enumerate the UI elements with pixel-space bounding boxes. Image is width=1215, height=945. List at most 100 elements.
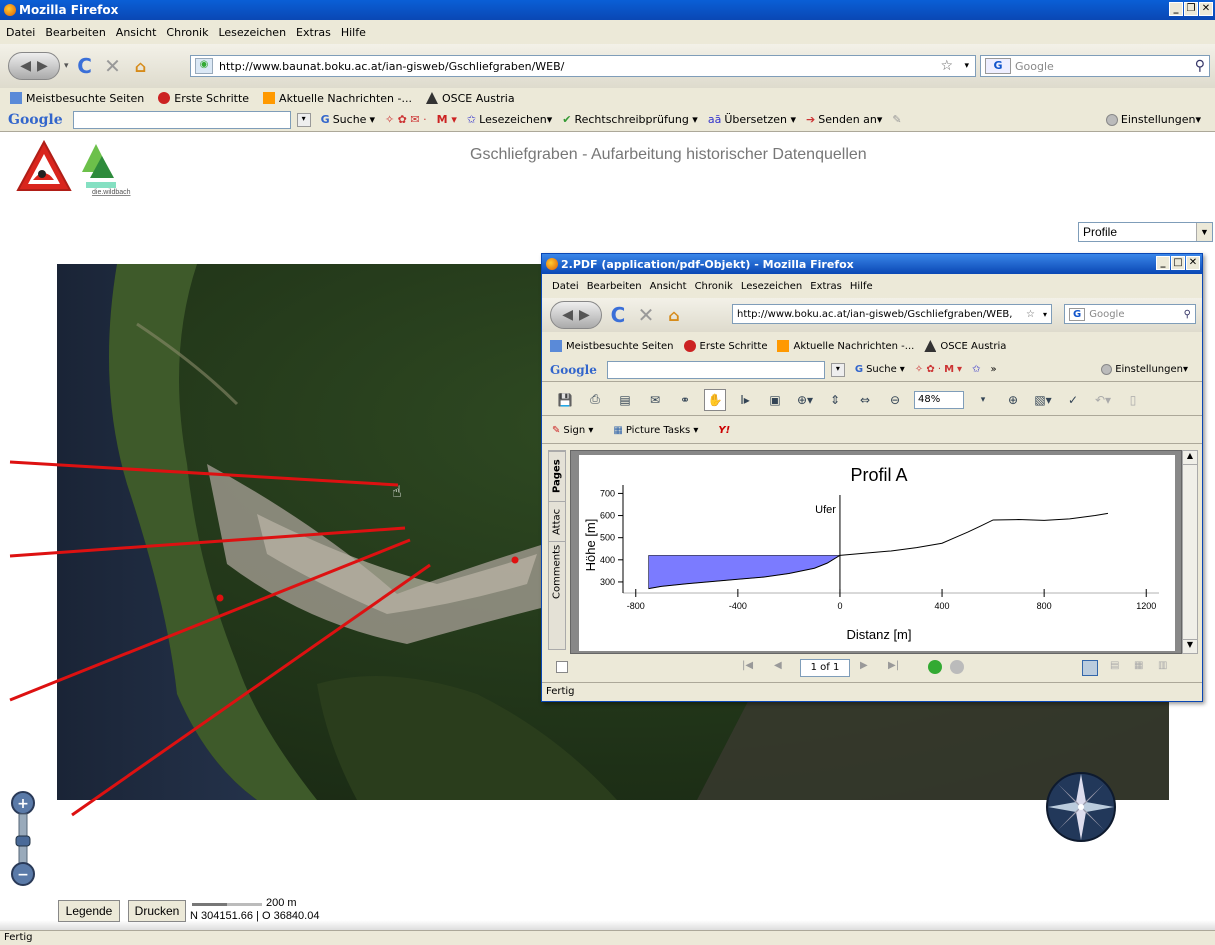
zoom-slider-handle[interactable] <box>15 835 31 847</box>
page-export-icon[interactable]: ▧▾ <box>1032 389 1054 411</box>
select-tool-icon[interactable]: I▸ <box>734 389 756 411</box>
attachments-tab[interactable]: Attac <box>549 501 565 541</box>
toolbar-overflow-button[interactable]: » <box>990 364 996 375</box>
google-search-button[interactable]: G Suche ▾ <box>855 364 905 375</box>
search-icon[interactable]: ⚲ <box>1195 58 1205 74</box>
first-page-icon[interactable]: |◀ <box>742 660 753 671</box>
popup-menu-datei[interactable]: Datei <box>552 281 579 292</box>
back-arrow-icon[interactable]: ◀ <box>20 58 31 74</box>
forward-arrow-icon[interactable]: ▶ <box>37 58 48 74</box>
google-search-dropdown[interactable]: ▾ <box>830 362 845 377</box>
back-arrow-icon[interactable]: ◀ <box>562 307 573 323</box>
url-dropdown-icon[interactable]: ▾ <box>1043 310 1047 319</box>
menu-bearbeiten[interactable]: Bearbeiten <box>45 26 105 39</box>
page-number-field[interactable]: 1 of 1 <box>800 659 850 677</box>
scroll-up-arrow-icon[interactable]: ▲ <box>1183 451 1197 465</box>
menu-hilfe[interactable]: Hilfe <box>341 26 366 39</box>
popup-menu-hilfe[interactable]: Hilfe <box>850 281 873 292</box>
chevron-down-icon[interactable]: ▼ <box>1196 223 1212 241</box>
stop-icon[interactable]: ✕ <box>634 303 658 327</box>
stop-icon[interactable]: ✕ <box>101 54 125 78</box>
single-page-icon[interactable] <box>1082 660 1098 676</box>
zoom-tool-icon[interactable]: ⊕▾ <box>794 389 816 411</box>
google-spellcheck[interactable]: ✔ Rechtschreibprüfung ▾ <box>562 113 698 126</box>
map-marker[interactable] <box>511 556 519 564</box>
google-search-input[interactable] <box>72 110 291 129</box>
go-forward-view-icon[interactable] <box>950 660 964 674</box>
bookmark-osce[interactable]: OSCE Austria <box>924 340 1006 352</box>
last-page-icon[interactable]: ▶| <box>888 660 899 671</box>
go-back-view-icon[interactable] <box>928 660 942 674</box>
bookmark-erste-schritte[interactable]: Erste Schritte <box>158 92 249 105</box>
home-icon[interactable]: ⌂ <box>129 54 153 78</box>
maximize-button[interactable]: ❐ <box>1184 2 1198 16</box>
pdf-document-area[interactable]: Profil A Höhe [m] Distanz [m] 300 400 500 6… <box>570 450 1182 654</box>
sign-button[interactable]: ✎ Sign ▾ <box>552 425 593 436</box>
back-forward-buttons[interactable]: ◀ ▶ <box>8 52 60 80</box>
google-lesezeichen[interactable]: ✩ Lesezeichen▾ <box>467 113 552 126</box>
menu-datei[interactable]: Datei <box>6 26 35 39</box>
popup-search-box[interactable]: G Google ⚲ <box>1064 304 1196 324</box>
google-search-dropdown[interactable]: ▾ <box>296 112 311 127</box>
popup-menu-chronik[interactable]: Chronik <box>695 281 733 292</box>
find-icon[interactable]: ⚭ <box>674 389 696 411</box>
bookmark-nachrichten[interactable]: Aktuelle Nachrichten -... <box>263 92 412 105</box>
organizer-icon[interactable]: ▤ <box>614 389 636 411</box>
close-button[interactable]: ✕ <box>1199 2 1213 16</box>
google-search-button[interactable]: G Suche ▾ <box>321 113 375 126</box>
menu-chronik[interactable]: Chronik <box>166 26 208 39</box>
google-settings[interactable]: Einstellungen▾ <box>1105 113 1201 126</box>
fit-width-icon[interactable]: ⇔ <box>854 389 876 411</box>
email-icon[interactable]: ✉ <box>644 389 666 411</box>
bookmark-meistbesucht[interactable]: Meistbesuchte Seiten <box>550 340 674 352</box>
google-tool-icons[interactable]: ✧ ✿ · M ▾ <box>915 364 962 375</box>
bookmark-star-icon[interactable]: ☆ <box>940 58 953 74</box>
home-icon[interactable]: ⌂ <box>662 303 686 327</box>
reload-icon[interactable]: C <box>73 54 97 78</box>
paste-icon[interactable]: ▯ <box>1122 389 1144 411</box>
bookmark-meistbesucht[interactable]: Meistbesuchte Seiten <box>10 92 144 105</box>
zoom-in-icon[interactable]: ⊕ <box>1002 389 1024 411</box>
zoom-dropdown-icon[interactable]: ▾ <box>972 389 994 411</box>
reload-icon[interactable]: C <box>606 303 630 327</box>
map-marker[interactable] <box>216 594 224 602</box>
popup-google-search-input[interactable] <box>606 360 825 379</box>
google-settings[interactable]: Einstellungen▾ <box>1101 364 1188 375</box>
popup-menu-extras[interactable]: Extras <box>810 281 842 292</box>
zoom-level-field[interactable]: 48% <box>914 390 964 409</box>
popup-maximize-button[interactable]: □ <box>1171 256 1185 270</box>
pages-tab[interactable]: Pages <box>549 451 565 501</box>
next-page-icon[interactable]: ▶ <box>860 660 868 671</box>
previous-page-icon[interactable]: ◀ <box>774 660 782 671</box>
popup-minimize-button[interactable]: _ <box>1156 256 1170 270</box>
popup-menu-lesezeichen[interactable]: Lesezeichen <box>741 281 802 292</box>
url-bar[interactable]: ◉ http://www.baunat.boku.ac.at/ian-giswe… <box>190 55 976 77</box>
search-icon[interactable]: ⚲ <box>1184 309 1191 320</box>
popup-close-button[interactable]: ✕ <box>1186 256 1200 270</box>
bookmark-star-icon[interactable]: ☆ <box>1026 309 1035 320</box>
menu-extras[interactable]: Extras <box>296 26 331 39</box>
show-navigation-pane-icon[interactable] <box>556 661 568 673</box>
search-engine-icon[interactable]: G <box>1069 307 1086 321</box>
history-dropdown-icon[interactable]: ▾ <box>64 61 69 71</box>
google-send[interactable]: ➔ Senden an▾ <box>806 113 882 126</box>
bookmark-erste-schritte[interactable]: Erste Schritte <box>683 340 767 352</box>
gmail-icon[interactable]: M ▾ <box>437 113 457 126</box>
undo-icon[interactable]: ↶▾ <box>1092 389 1114 411</box>
print-icon[interactable]: ⎙ <box>584 389 606 411</box>
search-box[interactable]: G Google ⚲ <box>980 55 1210 77</box>
bookmark-osce[interactable]: OSCE Austria <box>425 92 515 105</box>
pdf-popup-window[interactable]: 2.PDF (application/pdf-Objekt) - Mozilla… <box>541 253 1203 702</box>
menu-lesezeichen[interactable]: Lesezeichen <box>218 26 286 39</box>
zoom-control[interactable]: + − <box>10 790 36 890</box>
popup-menu-bearbeiten[interactable]: Bearbeiten <box>587 281 642 292</box>
popup-menu-ansicht[interactable]: Ansicht <box>650 281 687 292</box>
fit-page-icon[interactable]: ⇕ <box>824 389 846 411</box>
spellcheck-icon[interactable]: ✓ <box>1062 389 1084 411</box>
zoom-out-icon[interactable]: ⊖ <box>884 389 906 411</box>
search-engine-icon[interactable]: G <box>985 58 1011 74</box>
pencil-icon[interactable]: ✎ <box>892 113 901 126</box>
save-icon[interactable]: 💾 <box>554 389 576 411</box>
scroll-down-arrow-icon[interactable]: ▼ <box>1183 639 1197 653</box>
comments-tab[interactable]: Comments <box>549 541 565 601</box>
